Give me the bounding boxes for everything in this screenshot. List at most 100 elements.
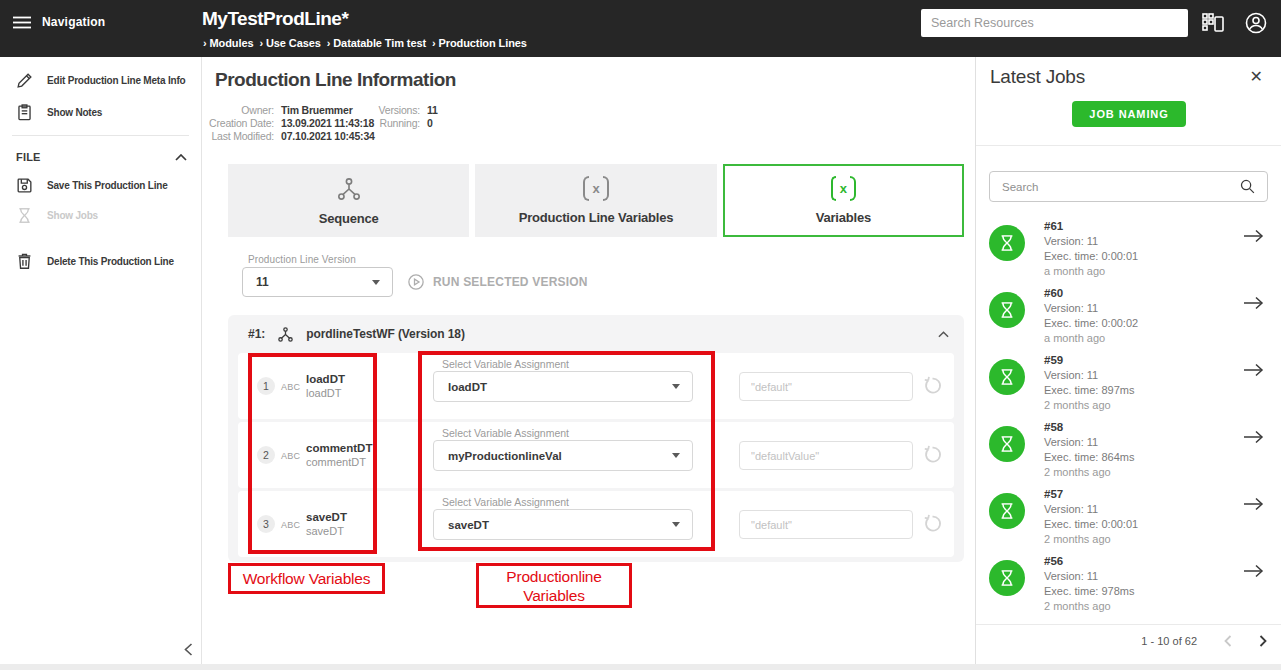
- version-select-value: 11: [243, 275, 372, 289]
- sidebar-item-label: Show Notes: [47, 107, 102, 118]
- sidebar-section-label: FILE: [16, 151, 41, 163]
- version-select[interactable]: 11: [242, 267, 393, 297]
- tab-sequence[interactable]: Sequence: [228, 164, 469, 237]
- breadcrumb: Modules Use Cases Datatable Tim test Pro…: [203, 37, 529, 49]
- jobs-search-input[interactable]: [990, 181, 1239, 193]
- page-next-icon[interactable]: [1259, 635, 1267, 647]
- reset-icon[interactable]: [922, 375, 943, 396]
- notes-icon: [15, 103, 34, 122]
- tab-label: Production Line Variables: [519, 210, 674, 225]
- job-version: Version: 11: [1044, 234, 1138, 249]
- reset-icon[interactable]: [922, 513, 943, 534]
- job-item[interactable]: #56 Version: 11 Exec. time: 978ms 2 mont…: [976, 552, 1281, 619]
- latest-jobs-panel: Latest Jobs ✕ JOB NAMING #61 Vers: [975, 57, 1281, 664]
- variables-icon: x: [831, 176, 856, 201]
- tab-production-line-variables[interactable]: x Production Line Variables: [475, 164, 716, 237]
- default-value-input[interactable]: [740, 373, 912, 400]
- sidebar-item-label: Show Jobs: [47, 210, 98, 221]
- run-label: RUN SELECTED VERSION: [433, 275, 588, 289]
- default-value-input[interactable]: [740, 442, 912, 469]
- sidebar-item-show-notes[interactable]: Show Notes: [15, 103, 102, 122]
- arrow-right-icon[interactable]: [1243, 363, 1264, 377]
- navigation-menu[interactable]: Navigation: [13, 15, 105, 29]
- main-content: Production Line Information Owner: Tim B…: [202, 57, 975, 664]
- workflow-index: #1:: [248, 327, 265, 341]
- section-title: Production Line Information: [215, 69, 456, 91]
- tab-label: Variables: [816, 210, 871, 225]
- close-icon[interactable]: ✕: [1250, 67, 1263, 86]
- job-ago: 2 months ago: [1044, 465, 1134, 480]
- chevron-up-icon[interactable]: [175, 154, 187, 161]
- jobs-search: [989, 171, 1268, 202]
- variables-icon: x: [583, 176, 608, 201]
- job-hourglass-icon: [989, 225, 1025, 261]
- sidebar-item-edit-meta[interactable]: Edit Production Line Meta Info: [15, 71, 185, 90]
- default-value-input[interactable]: [740, 511, 912, 538]
- job-id: #58: [1044, 420, 1134, 435]
- job-version: Version: 11: [1044, 569, 1134, 584]
- job-ago: 2 months ago: [1044, 532, 1138, 547]
- search-resources: [921, 9, 1188, 37]
- meta-info-2: Versions: 11 Running: 0: [362, 104, 438, 129]
- pagination-range: 1 - 10 of 62: [1141, 635, 1197, 647]
- page: Navigation MyTestProdLine* Modules Use C…: [0, 0, 1281, 670]
- account-icon[interactable]: [1244, 11, 1268, 35]
- job-version: Version: 11: [1044, 435, 1134, 450]
- job-id: #61: [1044, 219, 1138, 234]
- versions-value: 11: [427, 104, 438, 116]
- tab-variables[interactable]: x Variables: [723, 164, 964, 237]
- reset-icon[interactable]: [922, 444, 943, 465]
- job-id: #60: [1044, 286, 1138, 301]
- divider: [976, 624, 1281, 625]
- play-circle-icon: [407, 273, 425, 291]
- arrow-right-icon[interactable]: [1243, 497, 1264, 511]
- divider: [976, 145, 1281, 146]
- hamburger-icon[interactable]: [13, 16, 31, 29]
- sidebar-item-delete[interactable]: Delete This Production Line: [15, 252, 174, 271]
- job-item[interactable]: #59 Version: 11 Exec. time: 897ms 2 mont…: [976, 351, 1281, 418]
- workflow-panel-header[interactable]: #1: pordlineTestWF (Version 18): [228, 315, 964, 353]
- job-item[interactable]: #57 Version: 11 Exec. time: 0:00:01 2 mo…: [976, 485, 1281, 552]
- modified-label: Last Modified:: [202, 130, 274, 142]
- running-label: Running:: [362, 117, 420, 129]
- sidebar-section-file[interactable]: FILE: [16, 151, 187, 163]
- owner-label: Owner:: [202, 104, 274, 116]
- modules-icon[interactable]: [1201, 11, 1225, 35]
- job-version: Version: 11: [1044, 301, 1138, 316]
- job-item[interactable]: #58 Version: 11 Exec. time: 864ms 2 mont…: [976, 418, 1281, 485]
- sidebar-collapse-button[interactable]: [184, 643, 193, 656]
- job-exec-time: Exec. time: 0:00:02: [1044, 316, 1138, 331]
- sidebar-item-save[interactable]: Save This Production Line: [15, 176, 168, 195]
- job-naming-button[interactable]: JOB NAMING: [1072, 101, 1186, 127]
- breadcrumb-item[interactable]: Datatable Tim test: [327, 37, 426, 49]
- breadcrumb-item[interactable]: Modules: [203, 37, 253, 49]
- annotation-label-productionline: Productionline Variables: [476, 563, 632, 608]
- search-resources-input[interactable]: [921, 9, 1188, 37]
- search-icon[interactable]: [1239, 178, 1256, 195]
- job-item[interactable]: #60 Version: 11 Exec. time: 0:00:02 a mo…: [976, 284, 1281, 351]
- run-selected-version-button[interactable]: RUN SELECTED VERSION: [407, 267, 588, 297]
- pencil-icon: [15, 71, 34, 90]
- default-value-field: [739, 441, 913, 470]
- breadcrumb-item[interactable]: Production Lines: [432, 37, 527, 49]
- collapse-chevron-icon[interactable]: [938, 331, 949, 338]
- job-item[interactable]: #61 Version: 11 Exec. time: 0:00:01 a mo…: [976, 217, 1281, 284]
- page-prev-icon[interactable]: [1224, 635, 1232, 647]
- running-value: 0: [427, 117, 438, 129]
- arrow-right-icon[interactable]: [1243, 430, 1264, 444]
- arrow-right-icon[interactable]: [1243, 564, 1264, 578]
- job-hourglass-icon: [989, 426, 1025, 462]
- caret-down-icon: [372, 280, 380, 285]
- versions-label: Versions:: [362, 104, 420, 116]
- sidebar-item-show-jobs[interactable]: Show Jobs: [15, 206, 98, 225]
- arrow-right-icon[interactable]: [1243, 296, 1264, 310]
- arrow-right-icon[interactable]: [1243, 229, 1264, 243]
- job-hourglass-icon: [989, 493, 1025, 529]
- navigation-label: Navigation: [42, 15, 105, 29]
- creation-value: 13.09.2021 11:43:18: [281, 117, 375, 129]
- jobs-panel-title: Latest Jobs: [990, 66, 1085, 88]
- job-ago: 2 months ago: [1044, 398, 1134, 413]
- owner-value: Tim Bruemmer: [281, 104, 375, 116]
- breadcrumb-item[interactable]: Use Cases: [259, 37, 320, 49]
- job-ago: 2 months ago: [1044, 599, 1134, 614]
